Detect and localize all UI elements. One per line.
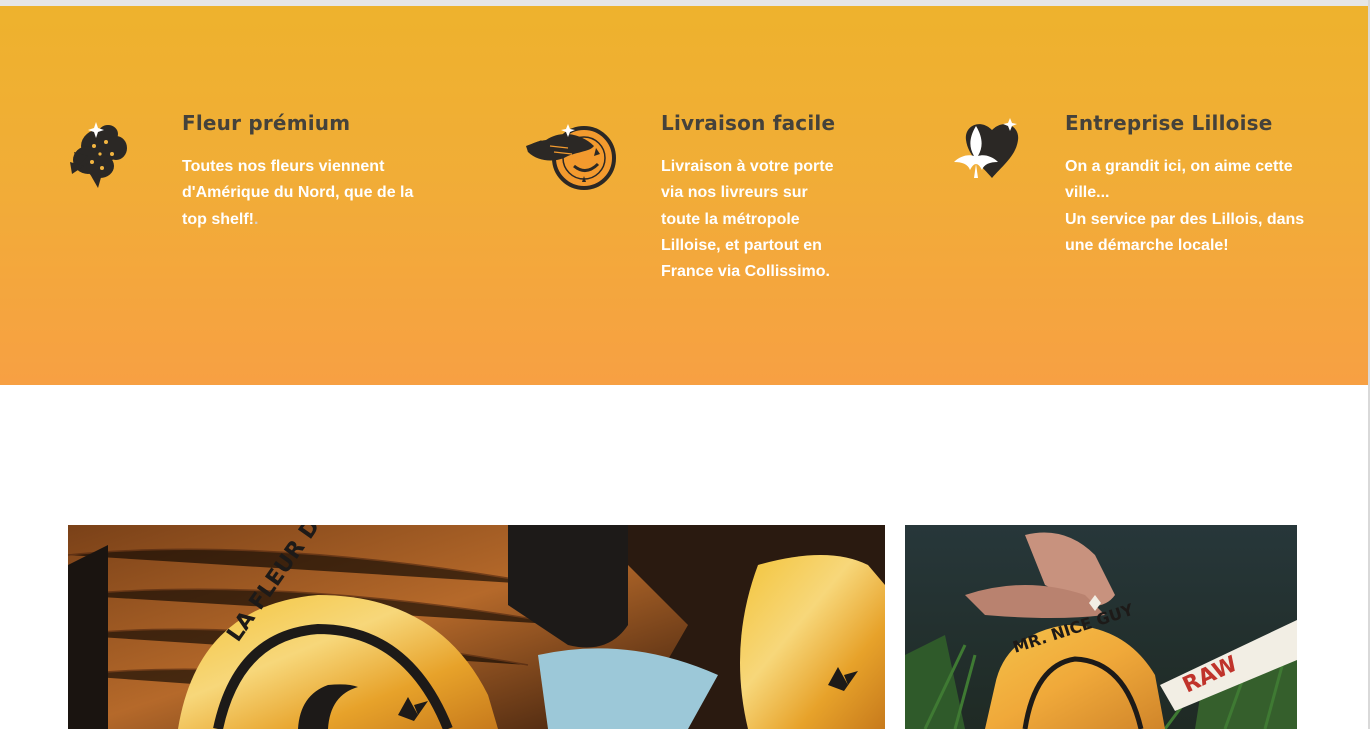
feature-title: Fleur prémium [182, 111, 351, 135]
product-photo-raw-cone: MR. NICE GUY RAW [905, 525, 1297, 729]
feature-description: Toutes nos fleurs viennent d'Amérique du… [182, 154, 442, 233]
feature-description-line: Toutes nos fleurs viennent d'Amérique du… [182, 158, 414, 228]
feature-description-line: Un service par des Lillois, dans une dém… [1065, 210, 1305, 254]
feature-description: Livraison à votre porte via nos livreurs… [661, 154, 851, 285]
cannabis-bud-icon [68, 116, 130, 188]
feature-description: On a grandit ici, on aime cette ville...… [1065, 154, 1315, 259]
mr-nice-guy-logo-icon [524, 118, 620, 202]
product-photo-pouches: LA FLEUR DE LILLE [68, 525, 885, 729]
feature-title: Livraison facile [661, 111, 836, 135]
feature-description-line: Livraison à votre porte via nos livreurs… [661, 158, 834, 281]
fleur-de-lis-heart-icon [948, 116, 1024, 186]
features-band: Fleur prémium Toutes nos fleurs viennent… [0, 6, 1369, 385]
feature-title: Entreprise Lilloise [1065, 111, 1273, 135]
feature-description-line: On a grandit ici, on aime cette ville... [1065, 158, 1293, 202]
feature-description-trailing: . [254, 210, 259, 228]
